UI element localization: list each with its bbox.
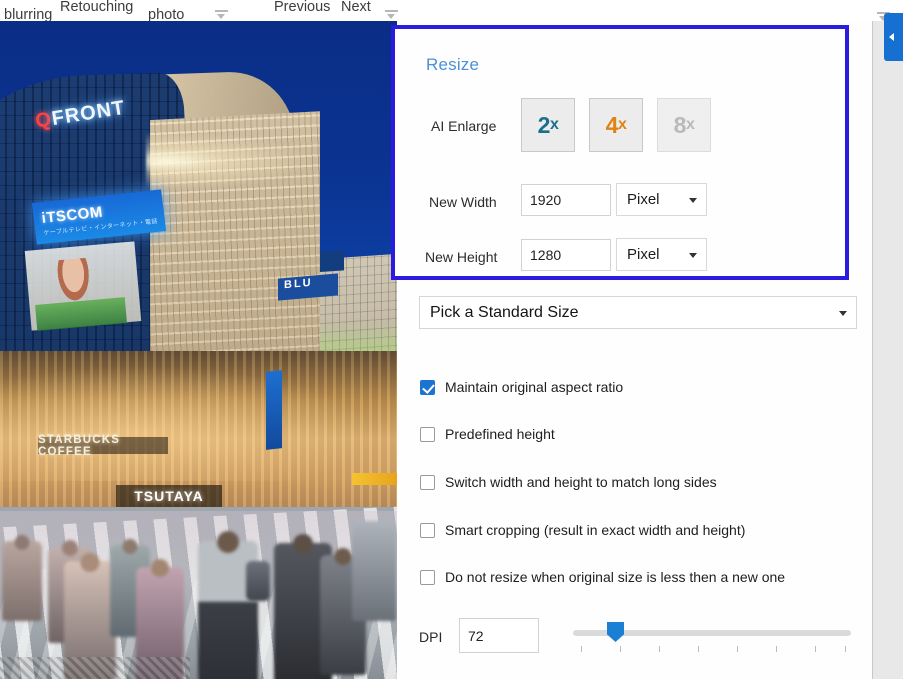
- chevron-down-icon: [839, 311, 847, 316]
- toolbar-item-previous[interactable]: Previous: [274, 0, 330, 15]
- facade-poster-figure: [54, 258, 94, 307]
- ai-enlarge-8x-suffix: x: [686, 116, 694, 134]
- collapse-caret-icon-middle[interactable]: [385, 10, 398, 20]
- image-preview[interactable]: QFRONT iTSCOM ケーブルテレビ・インターネット・電話 BLU STA…: [0, 21, 397, 679]
- dpi-slider-tick: [659, 646, 660, 652]
- new-height-label: New Height: [425, 249, 497, 265]
- right-gutter: [873, 21, 903, 679]
- new-width-unit-select[interactable]: Pixel: [616, 183, 707, 216]
- dpi-slider-tick: [737, 646, 738, 652]
- chevron-left-icon: [889, 33, 894, 41]
- dpi-slider-tick: [698, 646, 699, 652]
- toolbar-item-retouching[interactable]: Retouching: [60, 0, 133, 15]
- checkbox-label-switch-width-height: Switch width and height to match long si…: [445, 474, 717, 490]
- checkbox-row-switch-width-height[interactable]: Switch width and height to match long si…: [420, 471, 717, 493]
- ai-enlarge-2x-suffix: x: [550, 116, 558, 134]
- dpi-slider-tick: [776, 646, 777, 652]
- resize-section-highlight: Resize AI Enlarge 2x 4x 8x New Width 192…: [391, 25, 849, 280]
- checkbox-label-smart-cropping: Smart cropping (result in exact width an…: [445, 522, 745, 538]
- ai-enlarge-4x-button[interactable]: 4x: [589, 98, 643, 152]
- pedestrian-blur: [246, 561, 270, 601]
- toolbar-item-next[interactable]: Next: [341, 0, 371, 15]
- dpi-input[interactable]: 72: [459, 618, 539, 653]
- checkbox-label-predefined-height: Predefined height: [445, 426, 555, 442]
- top-toolbar: blurring Retouching photo Previous Next: [0, 0, 903, 22]
- pedestrian-blur: [352, 521, 396, 621]
- chevron-down-icon: [689, 198, 697, 203]
- dpi-slider-tick: [620, 646, 621, 652]
- checkbox-switch-width-height[interactable]: [420, 475, 435, 490]
- expand-panel-tab[interactable]: [884, 13, 903, 61]
- ai-enlarge-4x-digit: 4: [606, 112, 618, 139]
- new-width-unit-value: Pixel: [627, 191, 660, 208]
- ai-enlarge-8x-digit: 8: [674, 112, 686, 139]
- new-height-unit-value: Pixel: [627, 246, 660, 263]
- dpi-slider-tick: [815, 646, 816, 652]
- checkbox-row-do-not-resize[interactable]: Do not resize when original size is less…: [420, 566, 785, 588]
- checkbox-label-maintain-aspect-ratio: Maintain original aspect ratio: [445, 379, 623, 395]
- dpi-slider[interactable]: [573, 621, 851, 655]
- checkbox-predefined-height[interactable]: [420, 427, 435, 442]
- checkbox-do-not-resize[interactable]: [420, 570, 435, 585]
- dpi-slider-thumb[interactable]: [607, 622, 624, 642]
- checkbox-smart-cropping[interactable]: [420, 523, 435, 538]
- checkbox-label-do-not-resize: Do not resize when original size is less…: [445, 569, 785, 585]
- collapse-caret-icon-left[interactable]: [215, 10, 228, 20]
- starbucks-sign: STARBUCKS COFFEE: [38, 437, 168, 454]
- tsutaya-sign: TSUTAYA: [116, 485, 222, 507]
- ai-enlarge-2x-digit: 2: [538, 112, 550, 139]
- new-height-input[interactable]: 1280: [521, 239, 611, 271]
- checkbox-row-predefined-height[interactable]: Predefined height: [420, 423, 555, 445]
- dpi-slider-tick: [581, 646, 582, 652]
- checkbox-row-maintain-aspect-ratio[interactable]: Maintain original aspect ratio: [420, 376, 623, 398]
- lens-flare: [146, 131, 316, 191]
- checkbox-row-smart-cropping[interactable]: Smart cropping (result in exact width an…: [420, 519, 745, 541]
- resize-settings-panel: Resize AI Enlarge 2x 4x 8x New Width 192…: [397, 21, 873, 679]
- yellow-storefront-sign: [352, 473, 397, 485]
- ai-enlarge-8x-button[interactable]: 8x: [657, 98, 711, 152]
- ai-enlarge-label: AI Enlarge: [431, 118, 496, 134]
- blu-sign-text: BLU: [284, 277, 313, 292]
- app-root: blurring Retouching photo Previous Next …: [0, 0, 903, 679]
- road-drain-texture: [0, 657, 190, 679]
- new-width-label: New Width: [429, 194, 497, 210]
- street-light-glow: [0, 361, 397, 481]
- pedestrian-blur: [2, 541, 42, 621]
- checkbox-maintain-aspect-ratio[interactable]: [420, 380, 435, 395]
- resize-section-title: Resize: [426, 55, 479, 75]
- standard-size-select[interactable]: Pick a Standard Size: [419, 296, 857, 329]
- new-width-input[interactable]: 1920: [521, 184, 611, 216]
- ai-enlarge-2x-button[interactable]: 2x: [521, 98, 575, 152]
- standard-size-value: Pick a Standard Size: [430, 304, 579, 322]
- dpi-label: DPI: [419, 629, 442, 645]
- vertical-blue-banner: [266, 370, 282, 450]
- dpi-slider-tick: [845, 646, 846, 652]
- new-height-unit-select[interactable]: Pixel: [616, 238, 707, 271]
- ai-enlarge-4x-suffix: x: [618, 116, 626, 134]
- chevron-down-icon: [689, 253, 697, 258]
